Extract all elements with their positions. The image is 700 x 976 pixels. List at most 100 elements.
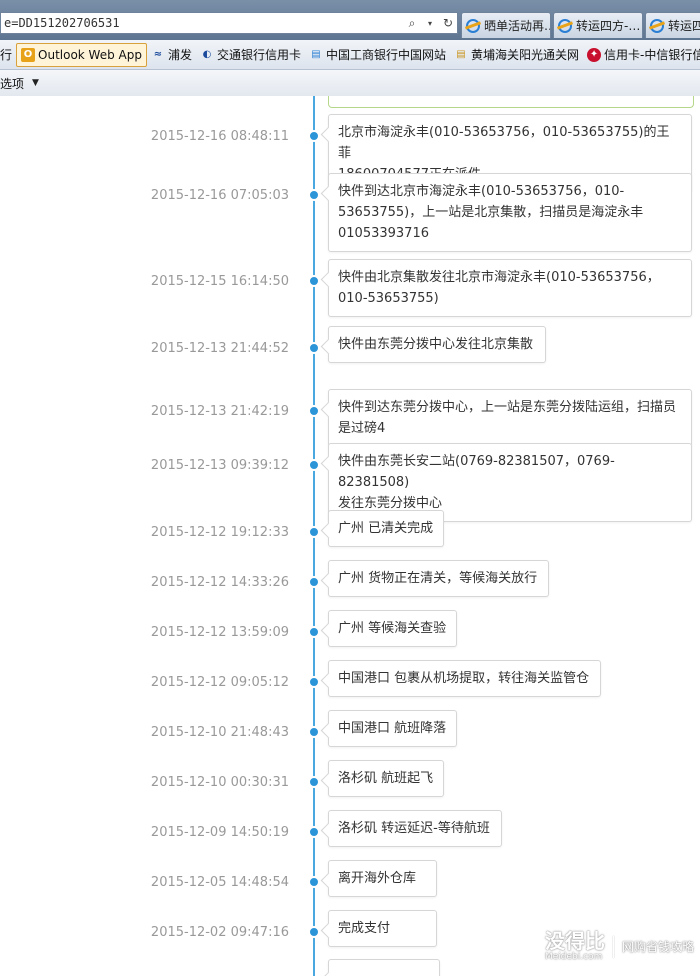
timeline-card: 广州 货物正在清关，等候海关放行 <box>328 560 549 597</box>
timeline-message-line: 广州 等候海关查验 <box>338 621 447 636</box>
watermark-slogan: 网购省钱攻略 <box>621 940 694 954</box>
timeline-time: 2015-12-16 07:05:03 <box>150 188 289 203</box>
favorite-item-customs[interactable]: ▤ 黄埔海关阳光通关网 <box>450 43 583 67</box>
timeline-message-line: 中国港口 航班降落 <box>338 721 447 736</box>
watermark: 没得比 Meidebi.com 网购省钱攻略 <box>545 931 694 962</box>
address-text[interactable]: e=DD151202706531 <box>1 16 403 30</box>
timeline-message-line: 快件到达东莞分拨中心，上一站是东莞分拨陆运组，扫描员 <box>338 400 677 415</box>
timeline-message-line: 广州 已清关完成 <box>338 521 434 536</box>
dropdown-icon[interactable]: ▾ <box>421 19 439 28</box>
timeline-card: 快件到达北京市海淀永丰(010-53653756，010- 53653755)，上… <box>328 173 692 252</box>
options-menu[interactable]: 选项 ▼ <box>0 75 39 92</box>
timeline-card: 完成支付 <box>328 910 437 947</box>
timeline-dot <box>308 405 320 417</box>
timeline-time: 2015-12-13 21:42:19 <box>150 404 289 419</box>
timeline-dot <box>308 526 320 538</box>
timeline-dot <box>308 776 320 788</box>
timeline-dot <box>308 626 320 638</box>
citic-bank-icon: ✦ <box>587 47 602 62</box>
timeline-time: 2015-12-13 21:44:52 <box>150 341 289 356</box>
timeline-time: 2015-12-12 14:33:26 <box>150 575 289 590</box>
favorite-label: 信用卡-中信银行信用卡 <box>604 48 700 62</box>
timeline-time: 2015-12-09 14:50:19 <box>150 825 289 840</box>
timeline-dot <box>308 189 320 201</box>
watermark-divider <box>612 935 614 958</box>
favorite-label: 黄埔海关阳光通关网 <box>471 48 580 62</box>
timeline-card: 中国港口 航班降落 <box>328 710 457 747</box>
address-bar[interactable]: e=DD151202706531 ⌕ ▾ ↻ <box>0 12 458 34</box>
timeline-message-line: 洛杉矶 航班起飞 <box>338 771 434 786</box>
tracking-timeline: 2015-12-16 08:48:11 北京市海淀永丰(010-53653756，… <box>0 96 700 976</box>
timeline-time: 2015-12-05 14:48:54 <box>150 875 289 890</box>
favorite-label: 交通银行信用卡 <box>217 48 302 62</box>
watermark-logo: 没得比 Meidebi.com <box>545 931 605 962</box>
current-status-box <box>328 96 694 108</box>
favorite-label: 中国工商银行中国网站 <box>326 48 447 62</box>
timeline-dot <box>308 926 320 938</box>
timeline-time: 2015-12-10 21:48:43 <box>150 725 289 740</box>
search-icon[interactable]: ⌕ <box>403 16 421 31</box>
favorite-label: 行 <box>0 48 13 62</box>
browser-chrome: e=DD151202706531 ⌕ ▾ ↻ 晒单活动再… 转运四方-… ✕ 转… <box>0 0 700 96</box>
tab-title: 转运四方-… <box>576 19 641 33</box>
timeline-card <box>328 959 440 976</box>
timeline-dot <box>308 130 320 142</box>
favorite-item-icbc[interactable]: ▤ 中国工商银行中国网站 <box>305 43 450 67</box>
favorite-item-spdb[interactable]: ≈ 浦发 <box>147 43 196 67</box>
watermark-domain: Meidebi.com <box>544 952 603 962</box>
timeline-message-line: 北京市海淀永丰(010-53653756，010-53653755)的王菲 <box>338 125 670 161</box>
outlook-icon: O <box>21 47 36 62</box>
favorite-item-1[interactable]: 行 <box>0 43 16 67</box>
timeline-message-line: 完成支付 <box>338 921 391 936</box>
timeline-message-line: 010-53653755) <box>338 291 439 306</box>
favorite-label: Outlook Web App <box>38 47 142 62</box>
timeline-dot <box>308 459 320 471</box>
timeline-dot <box>308 342 320 354</box>
command-bar: 选项 ▼ <box>0 70 700 96</box>
timeline-time: 2015-12-16 08:48:11 <box>150 129 289 144</box>
timeline-card: 广州 已清关完成 <box>328 510 444 547</box>
timeline-time: 2015-12-12 19:12:33 <box>150 525 289 540</box>
close-icon[interactable]: ✕ <box>640 20 642 31</box>
timeline-message-line: 快件到达北京市海淀永丰(010-53653756，010- <box>338 184 625 199</box>
timeline-message-line: 01053393716 <box>338 226 429 241</box>
tab-2[interactable]: 转运四方-… ✕ <box>553 12 643 38</box>
tab-title: 转运四 <box>668 19 700 33</box>
timeline-message-line: 洛杉矶 转运延迟-等待航班 <box>338 821 490 836</box>
options-label: 选项 <box>0 76 25 91</box>
timeline-dot <box>308 275 320 287</box>
timeline-card: 洛杉矶 转运延迟-等待航班 <box>328 810 502 847</box>
tab-3[interactable]: 转运四 <box>645 12 700 38</box>
timeline-card: 快件到达东莞分拨中心，上一站是东莞分拨陆运组，扫描员 是过磅4 <box>328 389 692 447</box>
watermark-logo-text: 没得比 <box>544 929 605 953</box>
timeline-message-line: 快件由北京集散发往北京市海淀永丰(010-53653756， <box>338 270 660 285</box>
ie-icon <box>558 18 572 33</box>
timeline-message-line: 53653755)，上一站是北京集散，扫描员是海淀永丰 <box>338 205 644 220</box>
timeline-dot <box>308 576 320 588</box>
timeline-time: 2015-12-10 00:30:31 <box>150 775 289 790</box>
timeline-time: 2015-12-13 09:39:12 <box>150 458 289 473</box>
timeline-card: 广州 等候海关查验 <box>328 610 457 647</box>
favorites-bar: 行 O Outlook Web App ≈ 浦发 ◐ 交通银行信用卡 ▤ 中国工… <box>0 40 700 70</box>
ie-icon <box>466 18 480 33</box>
timeline-message-line: 离开海外仓库 <box>338 871 417 886</box>
timeline-card: 中国港口 包裹从机场提取，转往海关监管仓 <box>328 660 601 697</box>
ie-page-icon: ▤ <box>311 49 321 60</box>
favorite-item-citic[interactable]: ✦ 信用卡-中信银行信用卡 <box>583 43 700 67</box>
tab-title: 晒单活动再… <box>484 19 551 33</box>
tab-1[interactable]: 晒单活动再… <box>461 12 551 38</box>
timeline-time: 2015-12-02 09:47:16 <box>150 925 289 940</box>
timeline-message-line: 中国港口 包裹从机场提取，转往海关监管仓 <box>338 671 590 686</box>
timeline-card: 离开海外仓库 <box>328 860 437 897</box>
favorite-item-outlook[interactable]: O Outlook Web App <box>16 42 147 67</box>
address-bar-row: e=DD151202706531 ⌕ ▾ ↻ 晒单活动再… 转运四方-… ✕ 转… <box>0 0 700 40</box>
refresh-icon[interactable]: ↻ <box>439 16 457 30</box>
timeline-message-line: 广州 货物正在清关，等候海关放行 <box>338 571 538 586</box>
timeline-card: 快件由北京集散发往北京市海淀永丰(010-53653756， 010-536537… <box>328 259 692 317</box>
timeline-time: 2015-12-15 16:14:50 <box>150 274 289 289</box>
timeline-dot <box>308 676 320 688</box>
timeline-time: 2015-12-12 13:59:09 <box>150 625 289 640</box>
favorite-item-bocom[interactable]: ◐ 交通银行信用卡 <box>196 43 305 67</box>
timeline-card: 洛杉矶 航班起飞 <box>328 760 444 797</box>
timeline-card: 快件由东莞分拨中心发往北京集散 <box>328 326 546 363</box>
